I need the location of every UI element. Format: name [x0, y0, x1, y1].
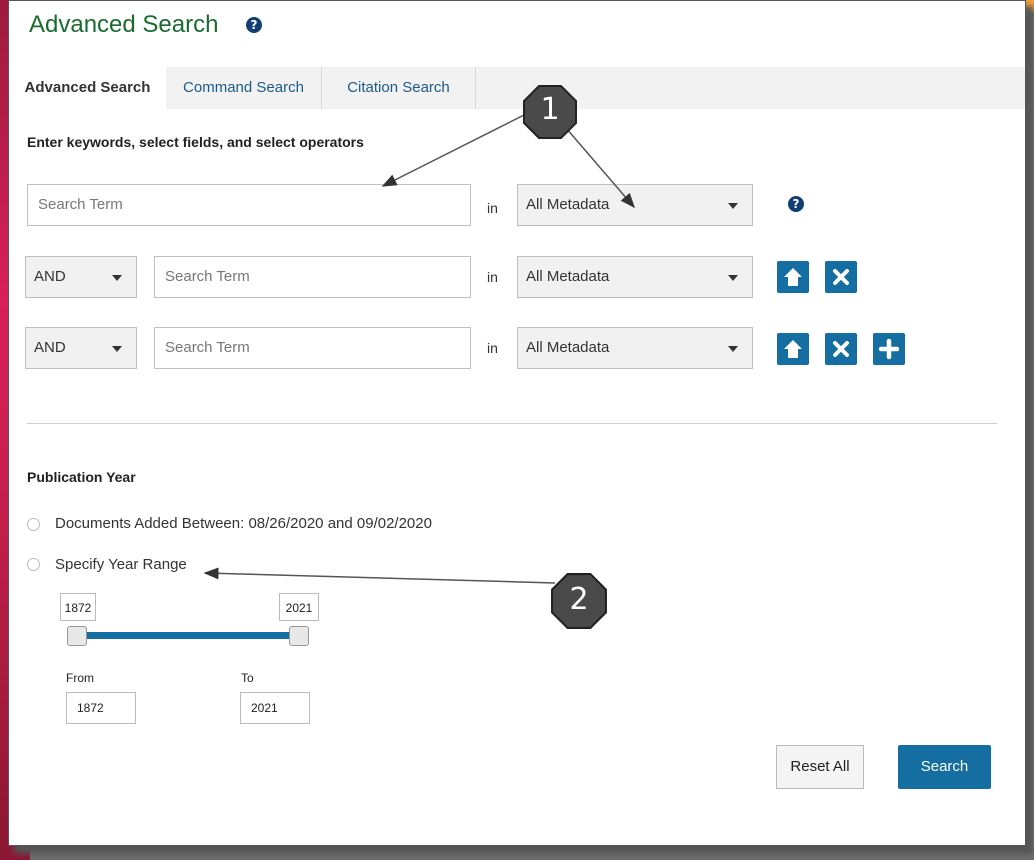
- callout-badge-2: 2: [550, 572, 608, 630]
- callout-2-arrow: [203, 567, 556, 584]
- annotation-arrows: [203, 111, 635, 584]
- callout-number-2: 2: [569, 582, 589, 617]
- callout-number-1: 1: [540, 92, 560, 127]
- callout-badge-1: 1: [522, 84, 578, 140]
- callout-1-arrow-to-search: [381, 111, 531, 187]
